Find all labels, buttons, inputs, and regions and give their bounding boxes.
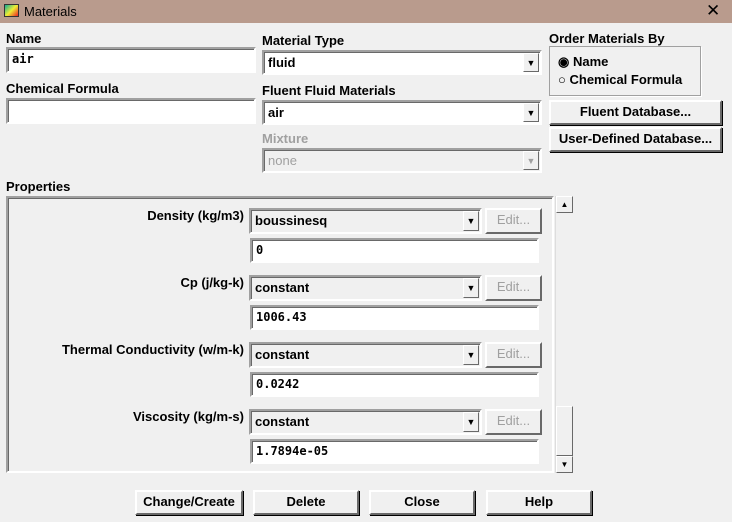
property-method-value: constant [255,280,310,295]
property-label: Density (kg/m3) [147,208,244,223]
radio-name[interactable]: ◉ Name [558,54,608,70]
mixture-value: none [268,153,297,168]
window-title: Materials [24,4,77,19]
property-method-select[interactable]: constant ▼ [249,275,482,301]
title-bar: Materials ✕ [0,0,732,23]
radio-selected-icon: ◉ [558,54,570,69]
property-label: Thermal Conductivity (w/m-k) [61,342,244,357]
chevron-down-icon[interactable]: ▼ [523,53,539,72]
chevron-down-icon[interactable]: ▼ [463,412,479,432]
property-method-select[interactable]: boussinesq ▼ [249,208,482,234]
chevron-down-icon[interactable]: ▼ [523,103,539,122]
fluent-database-button[interactable]: Fluent Database... [549,100,722,125]
property-value-input[interactable]: 0.0242 [250,372,539,397]
property-method-value: constant [255,414,310,429]
properties-label: Properties [6,179,71,194]
radio-chemical-formula[interactable]: ○ Chemical Formula [558,72,682,87]
chevron-down-icon[interactable]: ▼ [463,345,479,365]
property-method-select[interactable]: constant ▼ [249,342,482,368]
mixture-select: none ▼ [262,148,542,173]
scroll-up-icon[interactable]: ▲ [556,196,573,213]
app-icon [4,4,19,17]
radio-name-label: Name [572,54,609,69]
help-button[interactable]: Help [486,490,592,515]
property-method-value: constant [255,347,310,362]
delete-button[interactable]: Delete [253,490,359,515]
fluent-materials-label: Fluent Fluid Materials [262,83,396,98]
material-type-label: Material Type [262,33,345,48]
property-value-input[interactable]: 1006.43 [250,305,539,330]
edit-button: Edit... [485,208,542,234]
material-type-select[interactable]: fluid ▼ [262,50,542,75]
radio-unselected-icon: ○ [558,72,566,87]
order-by-label: Order Materials By [549,31,665,46]
edit-button: Edit... [485,342,542,368]
mixture-label: Mixture [262,131,309,146]
material-type-value: fluid [268,55,296,70]
chemical-formula-input[interactable] [6,98,256,124]
name-label: Name [6,31,42,46]
fluent-materials-select[interactable]: air ▼ [262,100,542,125]
scroll-down-icon[interactable]: ▼ [556,456,573,473]
chevron-down-icon[interactable]: ▼ [463,278,479,298]
edit-button: Edit... [485,409,542,435]
fluent-materials-value: air [268,105,284,120]
scroll-thumb[interactable] [556,406,573,456]
change-create-button[interactable]: Change/Create [135,490,243,515]
chevron-down-icon: ▼ [523,151,539,170]
close-icon[interactable]: ✕ [706,1,720,21]
radio-chemical-formula-label: Chemical Formula [569,72,683,87]
property-value-input[interactable]: 1.7894e-05 [250,439,539,464]
edit-button: Edit... [485,275,542,301]
property-method-value: boussinesq [255,213,328,228]
property-label: Viscosity (kg/m-s) [132,409,244,424]
property-value-input[interactable]: 0 [250,238,539,263]
order-by-group: ◉ Name ○ Chemical Formula [549,46,701,96]
property-method-select[interactable]: constant ▼ [249,409,482,435]
user-defined-database-button[interactable]: User-Defined Database... [549,127,722,152]
properties-scrollbar[interactable]: ▲ ▼ [555,196,573,473]
property-label: Cp (j/kg-k) [180,275,244,290]
close-button[interactable]: Close [369,490,475,515]
chemical-formula-label: Chemical Formula [6,81,119,96]
name-input[interactable]: air [6,47,256,73]
chevron-down-icon[interactable]: ▼ [463,211,479,231]
